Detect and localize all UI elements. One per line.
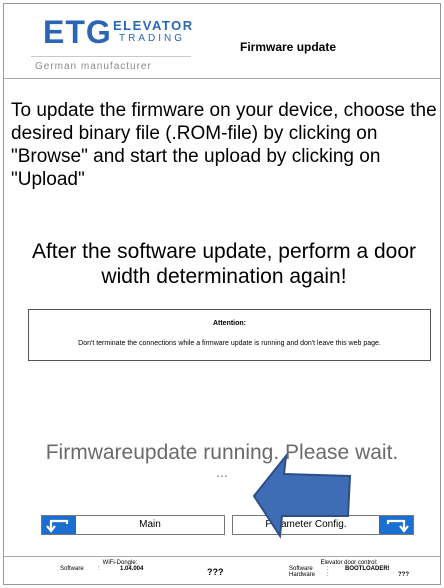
door-hardware-label: Hardware: [289, 572, 316, 578]
warning-text: After the software update, perform a doo…: [31, 240, 417, 288]
main-button[interactable]: Main: [41, 515, 225, 535]
door-hardware-value: ???: [398, 572, 409, 578]
wifi-dongle-info: WiFi-Dongle: Software:1.04.004: [60, 560, 180, 572]
back-arrow-icon: [42, 516, 76, 534]
update-status: Firmwareupdate running. Please wait.: [45, 441, 399, 464]
attention-title: Attention:: [212, 320, 247, 327]
logo-line2: TRADING: [119, 33, 185, 44]
pointer-arrow-icon: [252, 452, 352, 539]
header: ETG ELEVATOR TRADING German manufacturer…: [4, 4, 440, 79]
logo-main: ETG: [43, 14, 112, 50]
app-window: ETG ELEVATOR TRADING German manufacturer…: [3, 3, 441, 585]
footer: WiFi-Dongle: Software:1.04.004 ??? Eleva…: [4, 556, 440, 584]
attention-text: Don't terminate the connections while a …: [78, 340, 381, 347]
wifi-software-value: 1.04.004: [120, 566, 144, 572]
logo-line1: ELEVATOR: [113, 18, 194, 33]
logo-divider: [31, 56, 191, 57]
door-control-info: Elevator door control: Software: BOOTLOAD…: [289, 560, 409, 578]
etg-logo: ETG ELEVATOR TRADING German manufacturer: [31, 12, 201, 76]
center-status: ???: [207, 567, 224, 577]
wifi-software-label: Software: [60, 566, 84, 572]
intro-text: To update the firmware on your device, c…: [11, 100, 437, 190]
main-button-label: Main: [139, 519, 161, 530]
page-title: Firmware update: [240, 40, 337, 54]
forward-arrow-icon: [379, 516, 413, 534]
logo-subtitle: German manufacturer: [35, 61, 152, 72]
attention-box: Attention: Don't terminate the connectio…: [28, 309, 431, 361]
progress-dots: ...: [216, 464, 228, 480]
